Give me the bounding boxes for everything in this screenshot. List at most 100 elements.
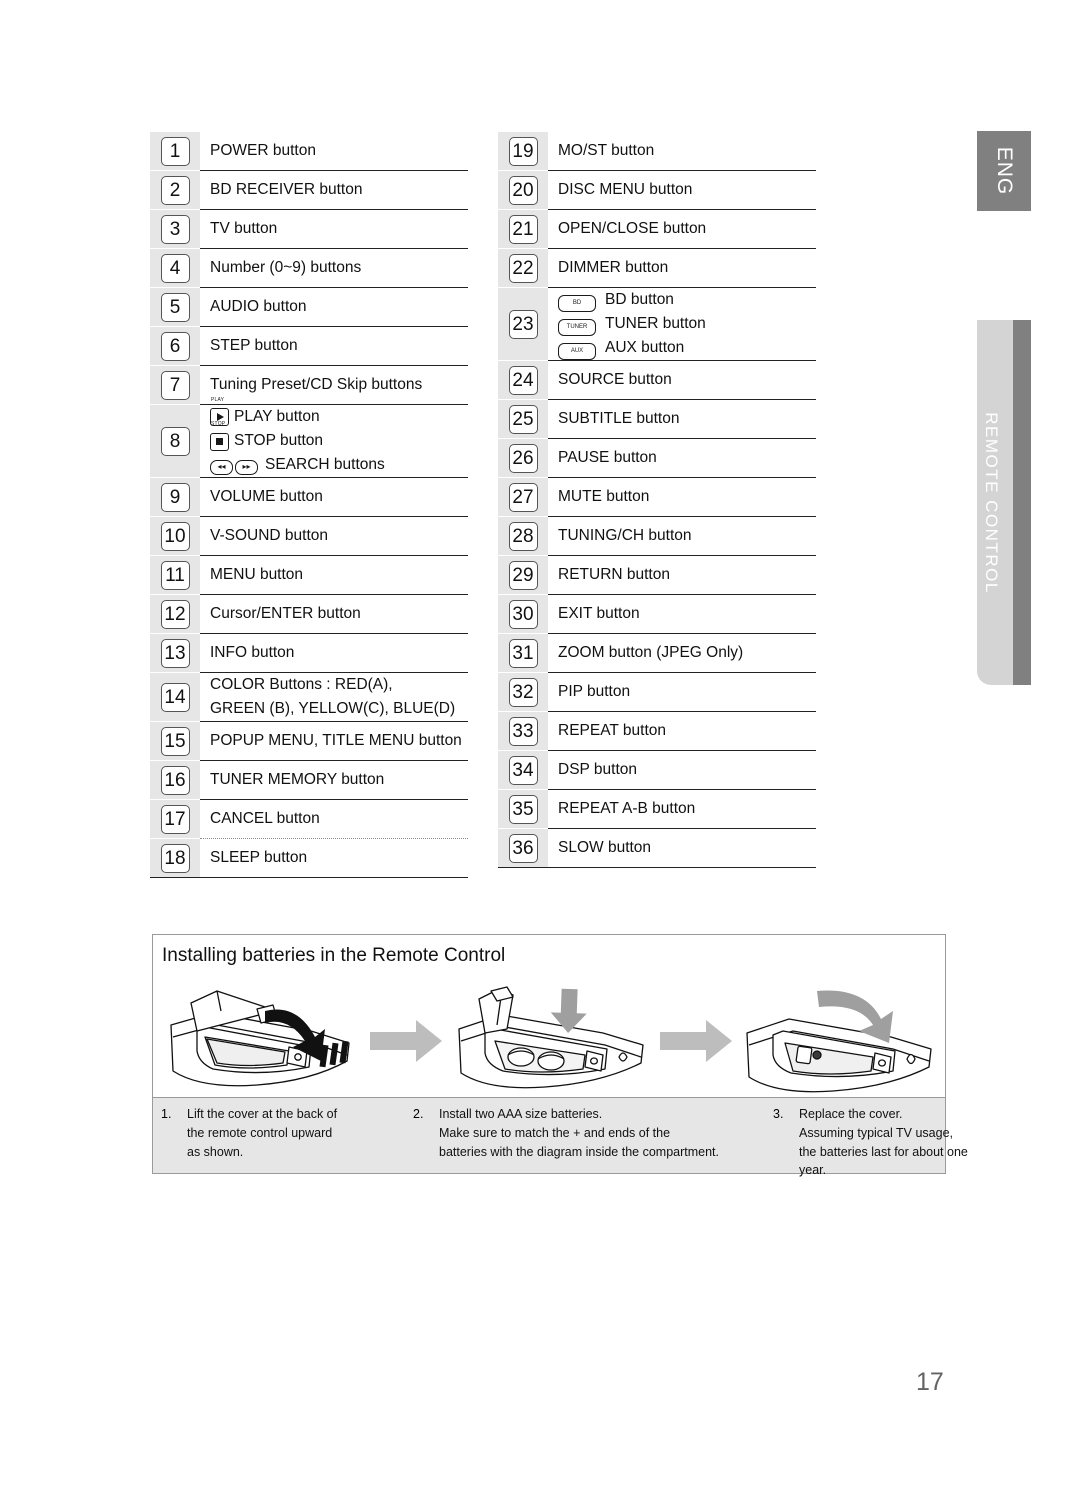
remote-replace-cover-illustration [746,990,932,1092]
row-label: SOURCE button [558,371,672,389]
row-number-badge: 34 [508,755,538,785]
button-list-row: 33 REPEAT button [498,712,816,751]
row-label: TUNER MEMORY button [210,771,385,789]
row-number-cell: 21 [498,210,548,248]
row-label-cell: PLAY PLAY button STOP STOP button ◂◂ ▸▸ SEARCH… [200,398,468,477]
row-divider [498,867,816,869]
row-number-cell: 32 [498,673,548,712]
language-tab-label: ENG [993,146,1016,196]
row-label: MO/ST button [558,141,655,159]
aux-button-icon-body: AUX [558,342,596,360]
row-number-cell: 7 [150,366,200,404]
row-label: CANCEL button [210,810,320,828]
row-label: INFO button [210,644,295,662]
row-number-badge: 35 [508,794,538,824]
row-label: POPUP MENU, TITLE MENU button [210,732,462,750]
row-number-badge: 32 [508,677,538,707]
aux-button-icon: AUX [558,336,600,360]
button-list-left-column: 1 POWER button 2 BD RECEIVER button 3 TV butt… [150,132,468,879]
button-list-row: 16 TUNER MEMORY button [150,761,468,800]
row-number-cell: 19 [498,132,548,170]
remote-lift-cover-illustration [170,989,350,1086]
button-list-row: 15 POPUP MENU, TITLE MENU button [150,722,468,761]
row-number-badge: 26 [508,443,538,473]
row-label-cell: POWER button [200,132,468,170]
button-list-row: 30 EXIT button [498,595,816,634]
row-number-cell: 36 [498,829,548,868]
row-label: V-SOUND button [210,527,329,545]
row-label-cell: STEP button [200,327,468,365]
row-label-cell: MENU button [200,556,468,594]
row-number-cell: 16 [150,761,200,800]
button-list-row: 34 DSP button [498,751,816,790]
battery-step-1: 1. Lift the cover at the back of the remo… [161,1105,413,1173]
button-list-row: 1 POWER button [150,132,468,170]
row-label: RETURN button [558,566,670,584]
play-button-icon-caption: PLAY [211,397,225,403]
battery-step-3-number: 3. [773,1107,784,1121]
button-list-row: 14 COLOR Buttons : RED(A), GREEN (B), YELL… [150,673,468,722]
row-label-cell: TUNING/CH button [548,517,816,555]
row-number-cell: 2 [150,171,200,209]
row-label-cell: REPEAT A-B button [548,790,816,828]
row-subitem-label: SEARCH buttons [265,456,385,474]
bd-button-icon: BD [558,288,600,312]
row-number-cell: 31 [498,634,548,673]
button-list-row: 3 TV button [150,210,468,248]
row-label: COLOR Buttons : RED(A), [210,676,393,694]
row-label-cell: REPEAT button [548,712,816,750]
row-subitem: TUNER TUNER button [558,312,816,336]
remote-insert-batteries-illustration [458,985,644,1088]
arrow-2-cell [651,1017,741,1065]
row-number-cell: 4 [150,249,200,287]
row-label-cell: MUTE button [548,478,816,516]
row-number-cell: 26 [498,439,548,478]
row-label: OPEN/CLOSE button [558,219,707,237]
row-label: STEP button [210,336,298,354]
row-number-badge: 28 [508,521,538,551]
row-label-cell: DIMMER button [548,249,816,287]
row-subitem: AUX AUX button [558,336,816,360]
row-number-badge: 8 [160,426,190,456]
row-number-badge: 12 [160,599,190,629]
row-number-cell: 33 [498,712,548,751]
row-number-badge: 9 [160,482,190,512]
text-line: Lift the cover at the back of [187,1107,338,1121]
row-number-cell: 34 [498,751,548,790]
row-number-badge: 31 [508,638,538,668]
row-number-badge: 36 [508,833,538,863]
battery-illustration-strip [153,983,945,1098]
row-number-cell: 12 [150,595,200,634]
row-label-cell: MO/ST button [548,132,816,170]
row-label-cell: PAUSE button [548,439,816,477]
row-number-badge: 4 [160,253,190,283]
row-label-cell: Tuning Preset/CD Skip buttons [200,366,468,404]
section-tab-stripe [1013,320,1031,685]
button-list-row: 24 SOURCE button [498,361,816,400]
row-number-badge: 6 [160,331,190,361]
row-number-badge: 21 [508,214,538,244]
row-number-cell: 18 [150,839,200,878]
row-label-cell: DISC MENU button [548,171,816,209]
row-number-cell: 3 [150,210,200,248]
text-line: batteries with the diagram inside the co… [439,1144,719,1159]
row-label-cell: BD RECEIVER button [200,171,468,209]
button-list-row: 20 DISC MENU button [498,171,816,209]
button-list-row: 31 ZOOM button (JPEG Only) [498,634,816,673]
row-number-cell: 28 [498,517,548,556]
row-number-cell: 17 [150,800,200,839]
row-label-cell: TV button [200,210,468,248]
text-line: Make sure to match the + and ends of the [439,1125,671,1140]
row-number-cell: 9 [150,478,200,517]
row-label: Number (0~9) buttons [210,258,362,276]
button-list-row: 17 CANCEL button [150,800,468,839]
stop-glyph [216,438,223,446]
battery-step-3-text: Replace the cover. Assuming typical TV us… [799,1105,968,1177]
row-label: DIMMER button [558,258,669,276]
button-list-row: 6 STEP button [150,327,468,365]
battery-step-3: 3. Replace the cover. Assuming typical TV… [773,1105,1023,1177]
search-backward-icon: ◂◂ [210,459,233,475]
row-number-badge: 11 [160,560,190,590]
row-label: VOLUME button [210,488,323,506]
row-number-cell: 23 [498,288,548,361]
